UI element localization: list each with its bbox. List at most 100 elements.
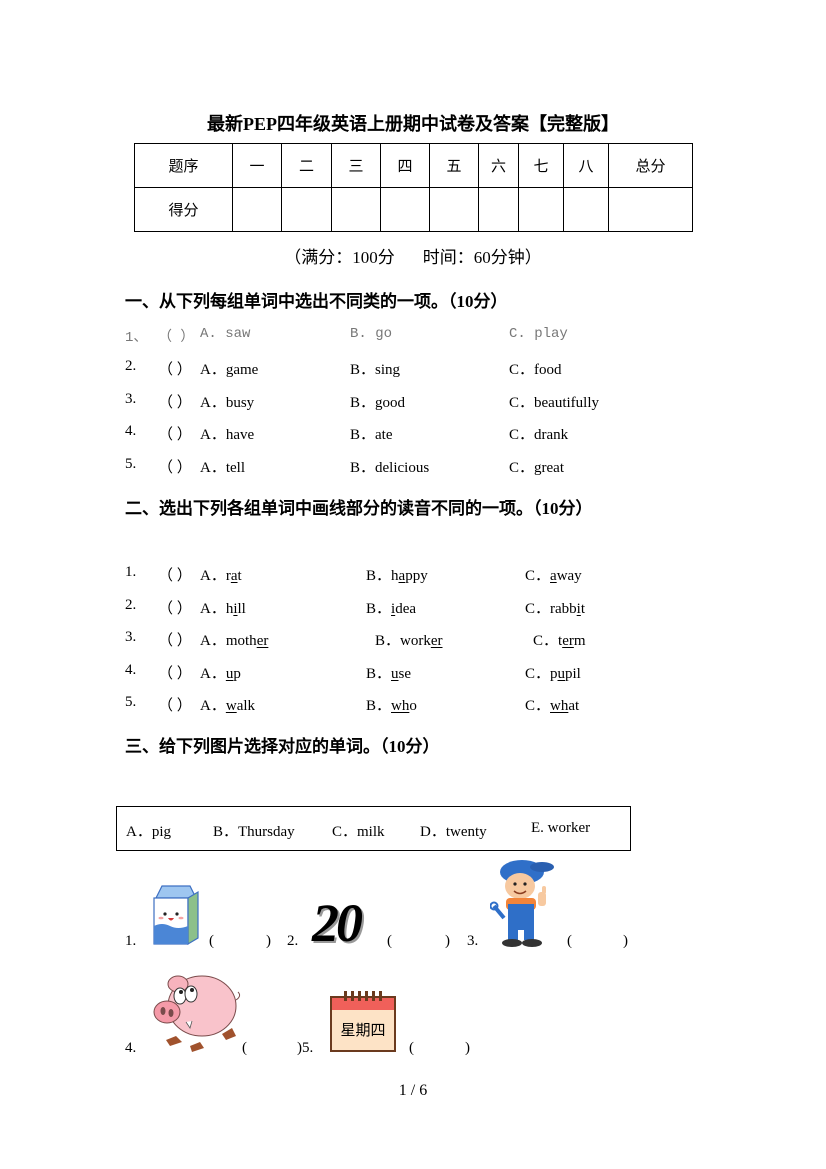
underlined-part: a — [230, 568, 238, 584]
option-b: B．happy — [366, 564, 428, 585]
underlined-part: u — [391, 666, 399, 682]
option-b: B．delicious — [350, 460, 430, 476]
underlined-part: wh — [550, 698, 569, 714]
option-c: C. play — [509, 326, 568, 342]
question-row: 5. （ ） A．tell B．delicious C．great — [125, 456, 645, 476]
question-number: 5. — [125, 456, 137, 472]
option-label: A． — [200, 601, 226, 617]
answer-blank[interactable]: （ ） — [158, 597, 192, 618]
score-input-cell[interactable] — [331, 187, 381, 232]
option-label: C． — [525, 601, 551, 617]
question-row: 2. （ ） A．game B．sing C．food — [125, 358, 645, 378]
page-title: 最新PEP四年级英语上册期中试卷及答案【完整版】 — [207, 114, 619, 134]
answer-blank[interactable]: （ ） — [158, 391, 192, 412]
option-a: A．mother — [200, 629, 268, 650]
exam-time: 时间：60分钟） — [422, 248, 542, 267]
answer-paren-open[interactable]: ( — [567, 933, 572, 950]
table-cell: 七 — [518, 143, 564, 188]
score-input-cell[interactable] — [429, 187, 479, 232]
table-cell: 一 — [232, 143, 282, 188]
option-c: C．drank — [509, 427, 569, 443]
word-part: t — [580, 601, 586, 617]
answer-paren-open[interactable]: ( — [209, 933, 214, 950]
table-cell: 六 — [478, 143, 519, 188]
underlined-part: er — [430, 633, 443, 649]
option-label: B． — [366, 568, 392, 584]
table-cell: 题序 — [134, 143, 233, 188]
score-input-cell[interactable] — [380, 187, 430, 232]
option-label: C． — [533, 633, 559, 649]
option-b: B．sing — [350, 362, 401, 378]
option-c: C．great — [509, 460, 564, 476]
item-number: 3. — [467, 933, 479, 949]
answer-paren-close[interactable]: ) — [266, 933, 271, 950]
word-part: ll — [237, 601, 246, 617]
answer-blank[interactable]: （ ） — [158, 564, 192, 585]
question-row: 3. （ ） A．mother B．worker C．term — [125, 629, 645, 649]
score-input-cell[interactable] — [478, 187, 519, 232]
word-part: dea — [395, 601, 417, 617]
question-number: 4. — [125, 662, 137, 678]
table-cell: 五 — [429, 143, 479, 188]
answer-paren-open[interactable]: ( — [409, 1040, 414, 1057]
score-input-cell[interactable] — [518, 187, 564, 232]
option-c: C．food — [509, 362, 562, 378]
option-c: C．pupil — [525, 662, 581, 683]
answer-blank[interactable]: （ ） — [158, 358, 192, 379]
option-label: A． — [200, 568, 226, 584]
option-b: B．idea — [366, 597, 416, 618]
word-part: p — [233, 666, 241, 682]
answer-blank[interactable]: （ ） — [158, 629, 192, 650]
score-input-cell[interactable] — [281, 187, 332, 232]
option-a: A．up — [200, 662, 241, 683]
answer-paren-close[interactable]: ) — [445, 933, 450, 950]
score-table: 题序 一 二 三 四 五 六 七 八 总分 得分 — [134, 143, 693, 232]
word-bank-item: D．twenty — [420, 824, 487, 840]
option-a: A．hill — [200, 597, 246, 618]
question-number: 4. — [125, 423, 137, 439]
word-part: se — [398, 666, 412, 682]
word-part: h — [391, 568, 399, 584]
word-bank-item: A．pig — [126, 824, 172, 840]
word-bank-item: B．Thursday — [213, 824, 295, 840]
question-number: 2. — [125, 597, 137, 613]
score-input-cell[interactable] — [608, 187, 693, 232]
section1-heading: 一、从下列每组单词中选出不同类的一项。（10分） — [125, 292, 508, 311]
score-table-score-row: 得分 — [134, 187, 693, 232]
answer-paren-close[interactable]: ) — [623, 933, 628, 950]
table-cell: 四 — [380, 143, 430, 188]
option-c: C．term — [533, 629, 586, 650]
option-a: A．rat — [200, 564, 242, 585]
question-row: 5. （ ） A．walk B．who C．what — [125, 694, 645, 714]
question-row: 2. （ ） A．hill B．idea C．rabbit — [125, 597, 645, 617]
option-a: A．have — [200, 427, 255, 443]
answer-paren-close[interactable]: ) — [465, 1040, 470, 1057]
option-label: B． — [366, 698, 392, 714]
section2-heading: 二、选出下列各组单词中画线部分的读音不同的一项。（10分） — [125, 499, 593, 518]
question-row: 4. （ ） A．have B．ate C．drank — [125, 423, 645, 443]
answer-paren-open[interactable]: ( — [387, 933, 392, 950]
score-input-cell[interactable] — [232, 187, 282, 232]
answer-blank[interactable]: （ ） — [158, 423, 192, 444]
option-b: B．use — [366, 662, 411, 683]
answer-blank[interactable]: （ ） — [158, 694, 192, 715]
word-part: t — [237, 568, 242, 584]
option-c: C．what — [525, 694, 579, 715]
answer-paren-open[interactable]: ( — [242, 1040, 247, 1057]
score-input-cell[interactable] — [563, 187, 609, 232]
number-twenty-picture: 20 — [312, 893, 363, 953]
worker-picture — [490, 860, 554, 947]
option-b: B．ate — [350, 427, 393, 443]
page-number: 1 / 6 — [398, 1082, 428, 1099]
word-part: work — [400, 633, 431, 649]
option-a: A. saw — [200, 326, 251, 342]
option-label: A． — [200, 633, 226, 649]
answer-blank[interactable]: （ ） — [158, 662, 192, 683]
question-row: 1. （ ） A．rat B．happy C．away — [125, 564, 645, 584]
item-number: )5. — [297, 1040, 314, 1056]
calendar-text: 星期四 — [340, 1023, 386, 1039]
answer-blank[interactable]: （ ） — [158, 326, 194, 346]
underlined-part: a — [550, 568, 557, 584]
answer-blank[interactable]: （ ） — [158, 456, 192, 477]
option-c: C．beautifully — [509, 395, 599, 411]
